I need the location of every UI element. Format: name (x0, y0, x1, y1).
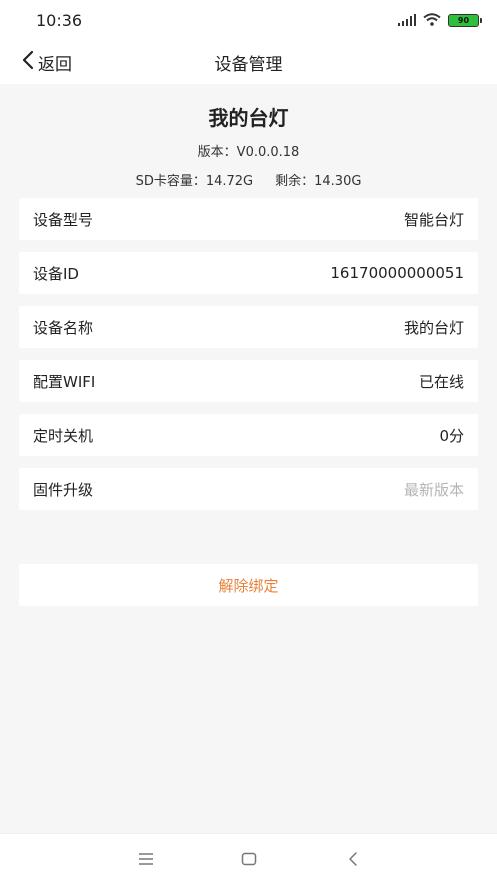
row-value: 已在线 (418, 372, 464, 391)
device-version: 版本：V0.0.0.18 (197, 145, 300, 160)
status-time: 10:36 (36, 10, 83, 30)
row-value: 16170000000051 (330, 264, 464, 282)
row-value: 0分 (439, 426, 464, 445)
row-label: 固件升级 (33, 480, 94, 499)
device-name: 我的台灯 (208, 106, 289, 130)
battery-icon: 90 (448, 13, 482, 27)
settings-list: 设备型号 智能台灯 设备ID 16170000000051 设备名称 我的台灯 … (19, 198, 478, 522)
home-icon[interactable] (239, 849, 259, 869)
row-device-id[interactable]: 设备ID 16170000000051 (19, 252, 478, 294)
row-label: 设备名称 (33, 318, 94, 337)
row-label: 设备型号 (33, 210, 94, 229)
unbind-button[interactable]: 解除绑定 (19, 564, 478, 606)
menu-icon[interactable] (136, 849, 156, 869)
row-value: 智能台灯 (403, 210, 464, 229)
storage-info: SD卡容量：14.72G 剩余：14.30G (0, 170, 497, 189)
row-value: 最新版本 (403, 480, 464, 499)
sd-remaining: 剩余：14.30G (275, 174, 362, 189)
status-icons: 90 (398, 11, 482, 30)
back-icon[interactable] (343, 849, 363, 869)
row-value: 我的台灯 (403, 318, 464, 337)
row-timed-shutdown[interactable]: 定时关机 0分 (19, 414, 478, 456)
row-label: 定时关机 (33, 426, 94, 445)
page-title: 设备管理 (214, 55, 283, 75)
nav-bar: 返回 设备管理 (0, 40, 497, 84)
signal-icon (398, 11, 416, 30)
row-label: 配置WIFI (33, 372, 96, 391)
row-device-name[interactable]: 设备名称 我的台灯 (19, 306, 478, 348)
device-header: 我的台灯 版本：V0.0.0.18 SD卡容量：14.72G 剩余：14.30G (0, 84, 497, 194)
row-firmware-upgrade[interactable]: 固件升级 最新版本 (19, 468, 478, 510)
sd-capacity: SD卡容量：14.72G (135, 174, 254, 189)
wifi-icon (423, 11, 441, 30)
row-label: 设备ID (33, 264, 79, 283)
status-bar: 10:36 90 (0, 0, 497, 40)
row-configure-wifi[interactable]: 配置WIFI 已在线 (19, 360, 478, 402)
row-device-model[interactable]: 设备型号 智能台灯 (19, 198, 478, 240)
system-nav-bar (0, 833, 497, 883)
